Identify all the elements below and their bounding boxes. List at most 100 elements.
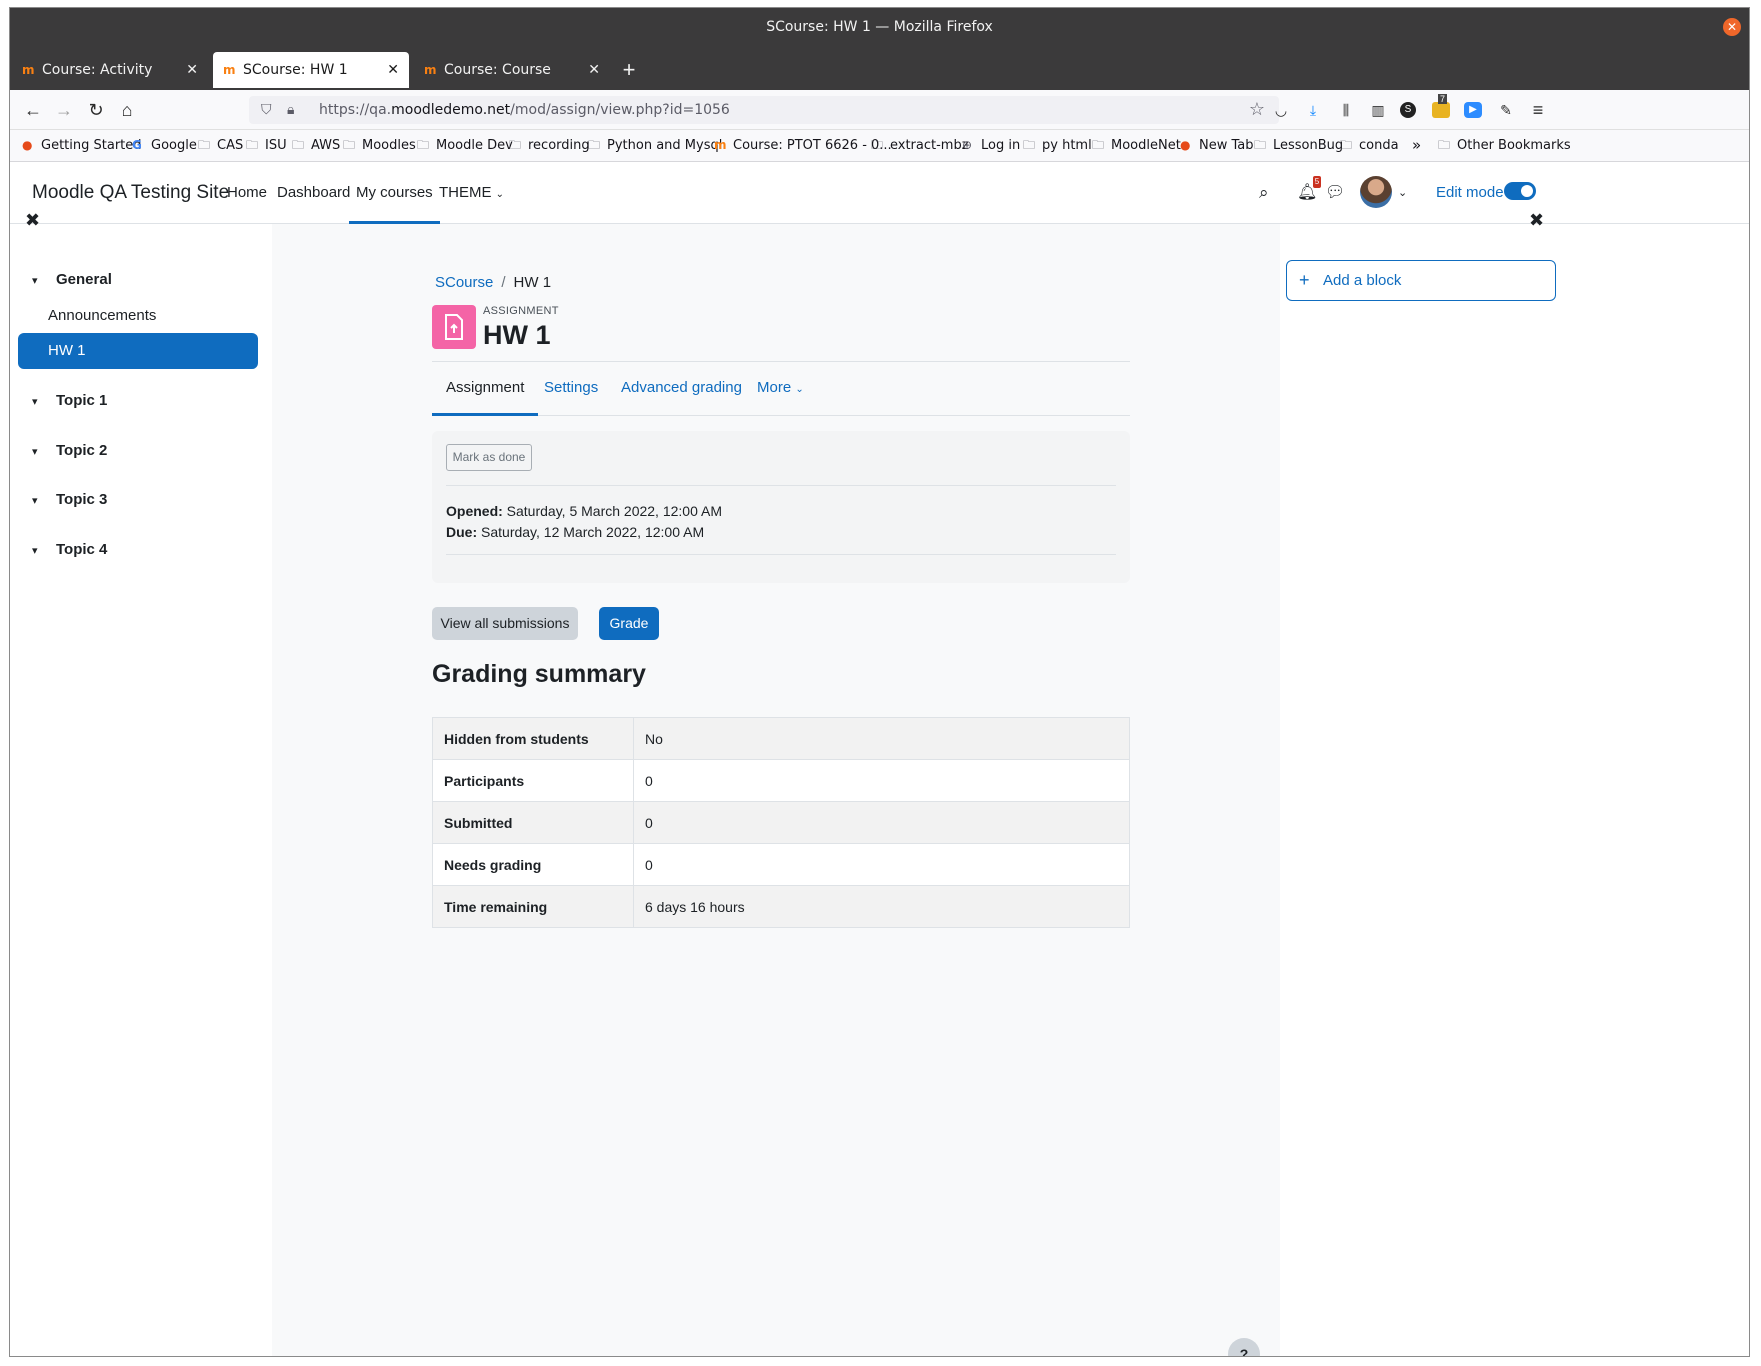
reader-sidebar-icon[interactable]: ▥ bbox=[1368, 100, 1388, 120]
home-icon[interactable]: ⌂ bbox=[115, 98, 139, 122]
bookmark-other[interactable]: 🗀︎ Other Bookmarks bbox=[1438, 130, 1571, 160]
window-titlebar: SCourse: HW 1 — Mozilla Firefox ✕ bbox=[10, 8, 1749, 46]
tab-settings[interactable]: Settings bbox=[544, 362, 598, 414]
bookmarks-overflow-icon[interactable]: » bbox=[1412, 130, 1421, 160]
extension-feather-icon[interactable]: ✎ bbox=[1496, 100, 1516, 120]
course-item-announcements[interactable]: Announcements bbox=[48, 307, 156, 324]
bookmark-new-tab[interactable]: ● New Tab bbox=[1180, 130, 1254, 160]
zoom-extension-icon[interactable]: ▶ bbox=[1464, 102, 1482, 118]
section-general[interactable]: ▾ General bbox=[32, 271, 112, 288]
view-all-submissions-button[interactable]: View all submissions bbox=[432, 607, 578, 640]
bookmark-py-html[interactable]: 🗀︎ py html bbox=[1023, 130, 1092, 160]
new-tab-icon[interactable]: + bbox=[616, 52, 642, 88]
folder-icon: 🗀︎ bbox=[509, 138, 522, 152]
bookmark-conda[interactable]: 🗀︎ conda bbox=[1340, 130, 1399, 160]
section-topic-2[interactable]: ▾ Topic 2 bbox=[32, 442, 107, 459]
row-value: 0 bbox=[633, 843, 1130, 886]
shield-icon: ⛉ bbox=[261, 102, 272, 118]
search-icon[interactable]: ⌕ bbox=[1259, 162, 1269, 224]
close-block-drawer-x-icon[interactable]: ✖ bbox=[1529, 210, 1544, 231]
course-item-hw1[interactable]: HW 1 bbox=[18, 333, 258, 369]
bookmark-moodles[interactable]: 🗀︎ Moodles bbox=[343, 130, 416, 160]
site-name[interactable]: Moodle QA Testing Site bbox=[32, 162, 229, 224]
downloads-icon[interactable]: ⤓ bbox=[1303, 100, 1323, 120]
breadcrumb-current: HW 1 bbox=[513, 274, 552, 291]
url-bar[interactable]: ⛉ 🔒︎ https://qa.moodledemo.net/mod/assig… bbox=[249, 96, 1279, 124]
tab-more-label: More bbox=[757, 379, 792, 396]
extension-folder-icon[interactable]: 7 bbox=[1432, 94, 1450, 118]
edit-mode-toggle[interactable] bbox=[1504, 182, 1536, 200]
tab-advanced-grading[interactable]: Advanced grading bbox=[621, 362, 742, 414]
pocket-icon[interactable]: ◡ bbox=[1271, 100, 1291, 120]
notifications-bell-icon[interactable]: 🔔︎ bbox=[1297, 162, 1317, 224]
bookmark-course-ptot[interactable]: m Course: PTOT 6626 - 0... bbox=[714, 130, 892, 160]
folder-icon: 🗀︎ bbox=[246, 138, 259, 152]
close-window-icon[interactable]: ✕ bbox=[1723, 18, 1741, 36]
close-tab-icon[interactable]: ✕ bbox=[387, 52, 399, 88]
tab-course-fullname[interactable]: m Course: Course Fullname 101 ✕ bbox=[414, 52, 610, 114]
user-avatar[interactable] bbox=[1360, 176, 1392, 208]
mark-as-done-button[interactable]: Mark as done bbox=[446, 444, 532, 471]
nav-my-courses[interactable]: My courses bbox=[349, 162, 440, 224]
menu-hamburger-icon[interactable]: ≡ bbox=[1528, 100, 1548, 120]
moodle-favicon-icon: m bbox=[424, 63, 437, 77]
edit-mode-label: Edit mode bbox=[1436, 184, 1504, 201]
bookmark-cas[interactable]: 🗀︎ CAS bbox=[198, 130, 243, 160]
bookmark-getting-started[interactable]: ● Getting Started bbox=[22, 130, 142, 160]
bookmark-lessonbug[interactable]: 🗀︎ LessonBug bbox=[1254, 130, 1343, 160]
library-icon[interactable]: ⫼ bbox=[1336, 100, 1356, 120]
bookmark-isu[interactable]: 🗀︎ ISU bbox=[246, 130, 287, 160]
help-button[interactable]: ? bbox=[1228, 1338, 1260, 1356]
reload-icon[interactable]: ↻ bbox=[84, 98, 108, 122]
section-topic-3[interactable]: ▾ Topic 3 bbox=[32, 491, 107, 508]
bookmark-extract-mbz[interactable]: 🗀︎ extract-mbz bbox=[871, 130, 969, 160]
lock-icon: 🔒︎ bbox=[287, 102, 295, 118]
back-icon[interactable]: ← bbox=[21, 98, 45, 122]
breadcrumb-course-link[interactable]: SCourse bbox=[435, 274, 493, 291]
nav-home[interactable]: Home bbox=[227, 162, 267, 224]
close-tab-icon[interactable]: ✕ bbox=[186, 52, 198, 88]
nav-theme-label: THEME bbox=[439, 184, 492, 201]
block-drawer: + Add a block bbox=[1280, 224, 1749, 1356]
grade-button[interactable]: Grade bbox=[599, 607, 659, 640]
moodle-favicon-icon: m bbox=[223, 63, 236, 77]
folder-icon: 🗀︎ bbox=[588, 138, 601, 152]
browser-window: SCourse: HW 1 — Mozilla Firefox ✕ m Cour… bbox=[9, 7, 1750, 1357]
bookmark-moodle-dev[interactable]: 🗀︎ Moodle Dev bbox=[417, 130, 513, 160]
main-region: SCourse / HW 1 ASSIGNMENT HW 1 Assignment … bbox=[272, 224, 1280, 1356]
section-topic-4[interactable]: ▾ Topic 4 bbox=[32, 541, 107, 558]
table-row: Time remaining 6 days 16 hours bbox=[432, 885, 1130, 928]
add-block-button[interactable]: + Add a block bbox=[1286, 260, 1556, 301]
row-value: 0 bbox=[633, 759, 1130, 802]
section-topic-1[interactable]: ▾ Topic 1 bbox=[32, 392, 107, 409]
bookmark-log-in[interactable]: ⊕ Log in bbox=[962, 130, 1020, 160]
tab-hw1[interactable]: m SCourse: HW 1 ✕ bbox=[213, 52, 409, 88]
bookmark-recording[interactable]: 🗀︎ recording bbox=[509, 130, 590, 160]
bookmark-python-mysql[interactable]: 🗀︎ Python and Mysql bbox=[588, 130, 722, 160]
nav-theme[interactable]: THEME ⌄ bbox=[439, 162, 504, 226]
chevron-down-icon: ▾ bbox=[32, 446, 38, 458]
close-tab-icon[interactable]: ✕ bbox=[588, 52, 600, 88]
extension-badge: 7 bbox=[1438, 94, 1448, 104]
bookmark-star-icon[interactable]: ☆ bbox=[1249, 96, 1265, 124]
user-menu-chevron-icon[interactable]: ⌄ bbox=[1398, 162, 1407, 224]
assignment-icon bbox=[432, 305, 476, 349]
row-label: Time remaining bbox=[432, 885, 634, 928]
bookmark-google[interactable]: G Google bbox=[132, 130, 197, 160]
extension-s-icon[interactable]: S bbox=[1400, 102, 1416, 118]
page-type-label: ASSIGNMENT bbox=[483, 305, 559, 317]
bookmarks-toolbar: ● Getting Started G Google 🗀︎ CAS 🗀︎ ISU 🗀︎ A… bbox=[10, 130, 1749, 162]
notification-count-badge: 5 bbox=[1313, 176, 1321, 188]
forward-icon[interactable]: → bbox=[52, 98, 76, 122]
table-row: Submitted 0 bbox=[432, 801, 1130, 844]
bookmark-moodlenet[interactable]: 🗀︎ MoodleNet bbox=[1092, 130, 1181, 160]
messages-icon[interactable]: 💬︎ bbox=[1325, 162, 1345, 224]
firefox-icon: ● bbox=[22, 138, 33, 152]
tab-more[interactable]: More ⌄ bbox=[757, 362, 804, 416]
nav-dashboard[interactable]: Dashboard bbox=[277, 162, 350, 224]
bookmark-aws[interactable]: 🗀︎ AWS bbox=[292, 130, 340, 160]
tab-activity-examples[interactable]: m Course: Activity examples ✕ bbox=[12, 52, 208, 114]
tab-assignment[interactable]: Assignment bbox=[432, 362, 539, 416]
close-course-index-x-icon[interactable]: ✖ bbox=[25, 210, 40, 231]
folder-icon: 🗀︎ bbox=[1340, 138, 1353, 152]
